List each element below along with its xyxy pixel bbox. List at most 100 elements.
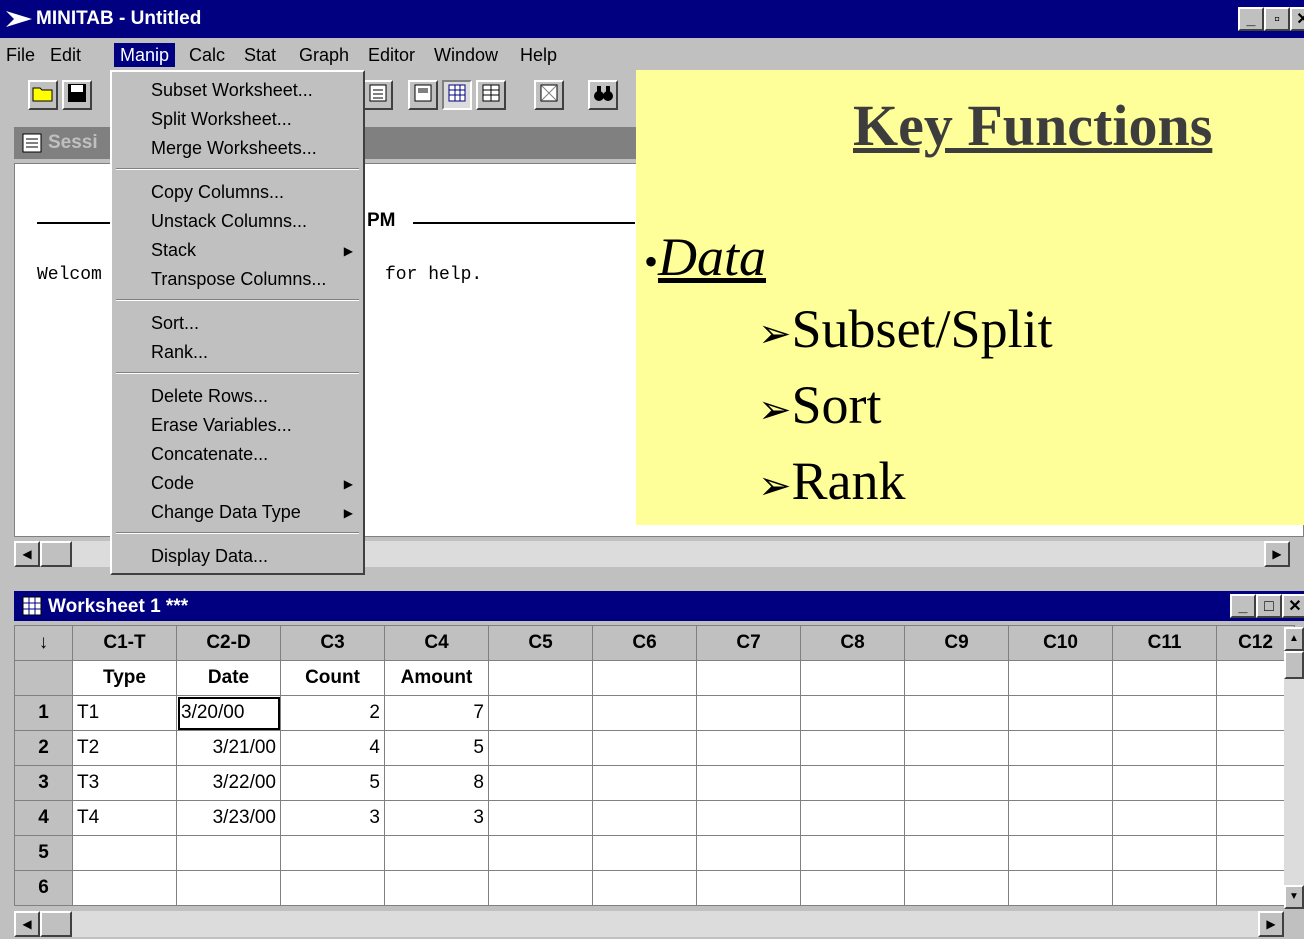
table-cell[interactable]: 3/20/00 [176,695,281,731]
table-cell[interactable] [1008,765,1113,801]
worksheet-window-icon[interactable] [442,80,472,110]
menu-subset-worksheet[interactable]: Subset Worksheet... [151,76,313,104]
table-cell[interactable] [800,730,905,766]
table-cell[interactable] [1008,695,1113,731]
column-name-cell[interactable]: Date [176,660,281,696]
table-cell[interactable] [904,765,1009,801]
row-number[interactable]: 4 [14,800,73,836]
menu-unstack-columns[interactable]: Unstack Columns... [151,207,307,235]
table-cell[interactable]: 3/22/00 [176,765,281,801]
row-number[interactable]: 3 [14,765,73,801]
table-cell[interactable] [696,765,801,801]
column-name-cell[interactable]: Amount [384,660,489,696]
table-cell[interactable] [1112,870,1217,906]
column-header[interactable]: C5 [488,625,593,661]
table-cell[interactable] [904,800,1009,836]
column-header[interactable]: C11 [1112,625,1217,661]
table-cell[interactable] [904,695,1009,731]
column-name-cell[interactable] [1112,660,1217,696]
column-header[interactable]: C8 [800,625,905,661]
column-header[interactable]: C7 [696,625,801,661]
minimize-button[interactable]: _ [1238,7,1264,31]
table-cell[interactable]: T3 [72,765,177,801]
table-cell[interactable]: 4 [280,730,385,766]
worksheet-vscrollbar[interactable]: ▲ ▼ [1284,627,1304,909]
table-cell[interactable]: 5 [280,765,385,801]
find-binoculars-icon[interactable] [588,80,618,110]
table-cell[interactable]: T2 [72,730,177,766]
table-cell[interactable] [1112,765,1217,801]
column-name-cell[interactable]: Type [72,660,177,696]
menu-editor[interactable]: Editor [362,43,421,67]
table-cell[interactable] [800,835,905,871]
scroll-down-icon[interactable]: ▼ [1284,885,1304,909]
menu-help[interactable]: Help [514,43,563,67]
column-header[interactable]: C3 [280,625,385,661]
table-cell[interactable] [1008,800,1113,836]
menu-window[interactable]: Window [428,43,504,67]
table-cell[interactable] [488,765,593,801]
menu-display-data[interactable]: Display Data... [151,542,268,570]
table-cell[interactable] [904,835,1009,871]
column-name-cell[interactable]: Count [280,660,385,696]
table-cell[interactable]: 3 [384,800,489,836]
table-cell[interactable] [488,730,593,766]
table-cell[interactable] [696,835,801,871]
table-cell[interactable] [72,870,177,906]
menu-edit[interactable]: Edit [44,43,87,67]
column-name-cell[interactable] [592,660,697,696]
session-scroll-thumb[interactable] [40,541,72,567]
row-number[interactable]: 1 [14,695,73,731]
table-cell[interactable]: T1 [72,695,177,731]
info-window-icon[interactable] [408,80,438,110]
table-cell[interactable] [280,870,385,906]
table-cell[interactable] [592,695,697,731]
column-header[interactable]: C12 [1216,625,1295,661]
table-cell[interactable] [592,835,697,871]
table-cell[interactable] [592,870,697,906]
row-number[interactable]: 6 [14,870,73,906]
table-cell[interactable] [1216,835,1295,871]
table-cell[interactable] [1008,835,1113,871]
scroll-left-icon[interactable]: ◀ [14,911,40,937]
table-cell[interactable] [904,730,1009,766]
table-cell[interactable] [384,870,489,906]
table-cell[interactable] [1216,765,1295,801]
menu-file[interactable]: File [0,43,41,67]
menu-graph[interactable]: Graph [293,43,355,67]
table-cell[interactable]: 2 [280,695,385,731]
table-cell[interactable] [696,695,801,731]
scroll-left-icon[interactable]: ◀ [14,541,40,567]
table-cell[interactable]: 8 [384,765,489,801]
scroll-right-icon[interactable]: ▶ [1264,541,1290,567]
column-header[interactable]: C4 [384,625,489,661]
table-cell[interactable] [592,800,697,836]
menu-concatenate[interactable]: Concatenate... [151,440,268,468]
menu-manip[interactable]: Manip [114,43,176,67]
table-cell[interactable]: 3 [280,800,385,836]
row-number[interactable]: 5 [14,835,73,871]
table-cell[interactable] [1112,800,1217,836]
table-cell[interactable] [904,870,1009,906]
session-window-icon[interactable] [363,80,393,110]
worksheet-hscrollbar[interactable]: ◀ ▶ [14,911,1284,937]
column-name-cell[interactable] [1216,660,1295,696]
table-cell[interactable] [488,835,593,871]
ws-close-button[interactable]: ✕ [1282,594,1304,618]
column-name-cell[interactable] [488,660,593,696]
table-cell[interactable] [1216,800,1295,836]
menu-sort[interactable]: Sort... [151,309,199,337]
menu-copy-columns[interactable]: Copy Columns... [151,178,284,206]
table-cell[interactable] [592,730,697,766]
table-cell[interactable] [800,870,905,906]
close-button[interactable]: ✕ [1290,7,1304,31]
column-name-cell[interactable] [904,660,1009,696]
row-number[interactable]: 2 [14,730,73,766]
column-name-cell[interactable] [1008,660,1113,696]
column-header[interactable]: C1-T [72,625,177,661]
table-cell[interactable] [1216,730,1295,766]
scroll-right-icon[interactable]: ▶ [1258,911,1284,937]
column-name-cell[interactable] [800,660,905,696]
open-folder-icon[interactable] [28,80,58,110]
menu-split-worksheet[interactable]: Split Worksheet... [151,105,292,133]
